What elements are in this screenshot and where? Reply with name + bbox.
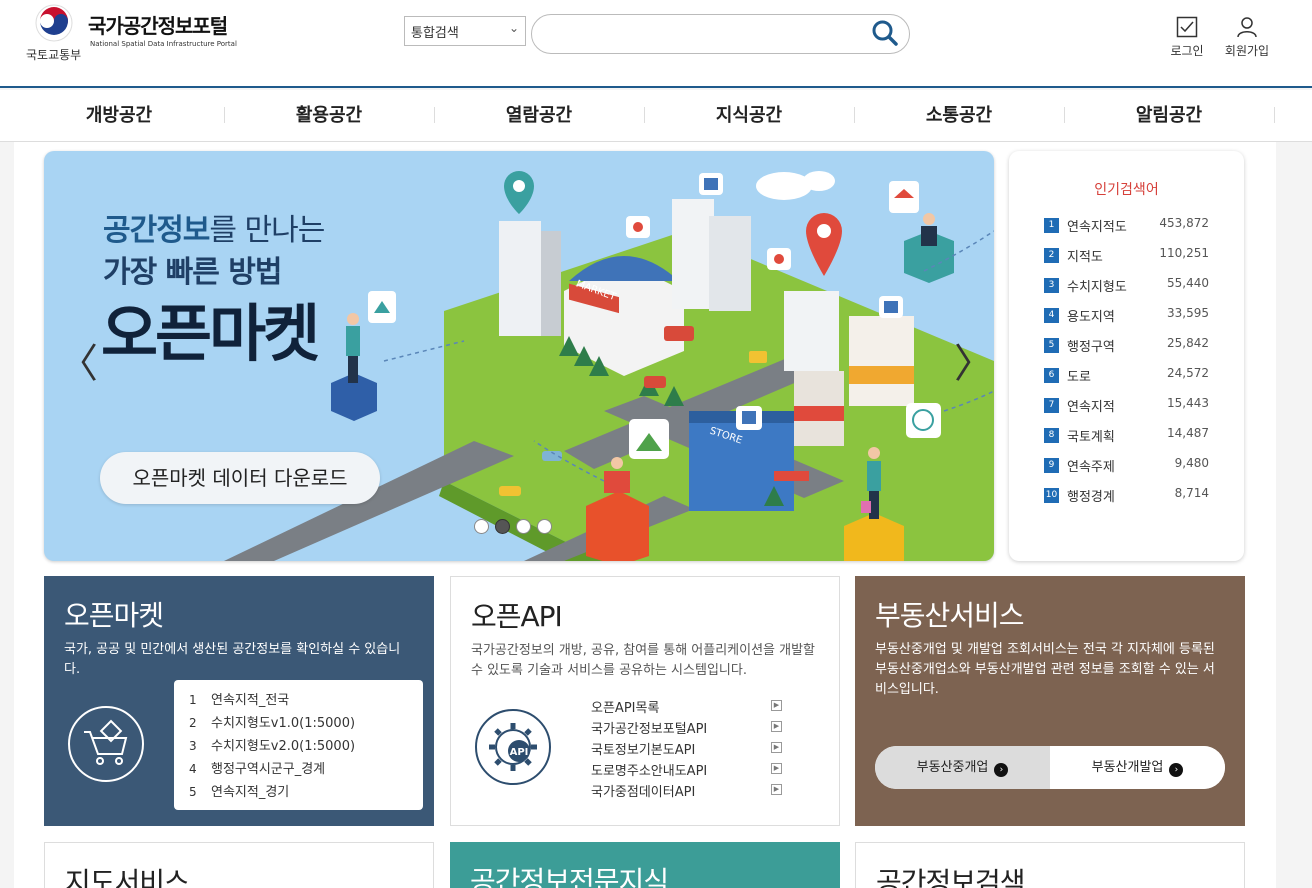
popular-item[interactable]: 1 연속지적도 453,872	[1044, 216, 1209, 236]
search-scope-select[interactable]: 통합검색 ⌄	[404, 16, 526, 46]
signup-button[interactable]: 회원가입	[1217, 16, 1277, 59]
government-emblem-icon[interactable]	[35, 4, 73, 42]
list-item[interactable]: 2 수치지형도v1.0(1:5000)	[189, 712, 355, 731]
play-icon: ▶	[771, 721, 782, 732]
chevron-right-icon[interactable]: 〉	[954, 331, 994, 389]
nav-item-use[interactable]: 활용공간	[224, 90, 434, 142]
popular-item[interactable]: 6 도로 24,572	[1044, 366, 1209, 386]
list-item[interactable]: 1 연속지적_전국	[189, 689, 289, 708]
map-service-card[interactable]: 지도서비스	[44, 842, 434, 888]
search-icon[interactable]	[870, 18, 900, 48]
list-item[interactable]: 5 연속지적_경기	[189, 781, 289, 800]
popular-searches-panel: 인기검색어 1 연속지적도 453,872 2 지적도 110,251 3 수치지형도 55…	[1009, 151, 1244, 561]
site-title[interactable]: 국가공간정보포털	[88, 10, 228, 39]
hero-banner[interactable]: MARKET STORE 공간정보를 만나는 가장 빠른 방법 오픈마켓 오픈마…	[44, 151, 994, 561]
popular-searches-title: 인기검색어	[1094, 182, 1159, 198]
card-description: 부동산중개업 및 개발업 조회서비스는 전국 각 지자체에 등록된 부동산중개업…	[875, 642, 1215, 697]
header: 국토교통부 국가공간정보포털 National Spatial Data Inf…	[0, 0, 1312, 88]
brokerage-button[interactable]: 부동산중개업 ›	[875, 746, 1050, 789]
ministry-name: 국토교통부	[26, 48, 82, 62]
api-link[interactable]: 국토정보기본도API ▶	[591, 739, 782, 758]
developer-button[interactable]: 부동산개발업 ›	[1050, 746, 1225, 789]
slide-dot-3[interactable]	[516, 519, 531, 534]
chevron-down-icon: ⌄	[508, 21, 519, 35]
slide-dot-4[interactable]	[537, 519, 552, 534]
slide-dot-2[interactable]	[495, 519, 510, 534]
card-description: 국가공간정보의 개방, 공유, 참여를 통해 어플리케이션을 개발할 수 있도록…	[471, 643, 816, 678]
play-icon: ▶	[771, 742, 782, 753]
popular-item[interactable]: 7 연속지적 15,443	[1044, 396, 1209, 416]
spatial-search-card[interactable]: 공간정보검색	[855, 842, 1245, 888]
play-icon: ▶	[771, 700, 782, 711]
list-item[interactable]: 3 수치지형도v2.0(1:5000)	[189, 735, 355, 754]
nav-item-community[interactable]: 소통공간	[854, 90, 1064, 142]
api-link[interactable]: 오픈API목록 ▶	[591, 697, 782, 716]
open-market-list: 1 연속지적_전국 2 수치지형도v1.0(1:5000) 3 수치지형도v2.0(1…	[174, 680, 423, 810]
expert-knowledge-card[interactable]: 공간정보전문지식	[450, 842, 840, 888]
open-api-card[interactable]: 오픈API 국가공간정보의 개방, 공유, 참여를 통해 어플리케이션을 개발할…	[450, 576, 840, 826]
play-icon: ▶	[771, 763, 782, 774]
login-check-icon	[1176, 16, 1198, 38]
popular-item[interactable]: 4 용도지역 33,595	[1044, 306, 1209, 326]
nav-item-view[interactable]: 열람공간	[434, 90, 644, 142]
search-input[interactable]	[531, 14, 910, 54]
card-title: 오픈마켓	[64, 599, 164, 632]
popular-item[interactable]: 10 행정경계 8,714	[1044, 486, 1209, 506]
card-title: 지도서비스	[65, 866, 190, 888]
signup-label: 회원가입	[1224, 44, 1270, 58]
popular-item[interactable]: 9 연속주제 9,480	[1044, 456, 1209, 476]
card-title: 공간정보검색	[876, 866, 1026, 888]
popular-item[interactable]: 8 국토계획 14,487	[1044, 426, 1209, 446]
arrow-right-icon: ›	[994, 763, 1009, 777]
popular-item[interactable]: 3 수치지형도 55,440	[1044, 276, 1209, 296]
api-link[interactable]: 도로명주소안내도API ▶	[591, 760, 782, 779]
chevron-left-icon[interactable]: 〈	[58, 331, 98, 389]
shopping-cart-icon	[68, 706, 144, 782]
nav-separator	[1274, 107, 1275, 123]
banner-headline-3: 오픈마켓	[101, 297, 320, 370]
banner-headline-1: 공간정보를 만나는	[103, 213, 325, 248]
svg-text:API: API	[510, 747, 529, 758]
popular-item[interactable]: 2 지적도 110,251	[1044, 246, 1209, 266]
card-description: 국가, 공공 및 민간에서 생산된 공간정보를 확인하실 수 있습니다.	[64, 642, 401, 677]
api-link[interactable]: 국가공간정보포털API ▶	[591, 718, 782, 737]
open-market-card[interactable]: 오픈마켓 국가, 공공 및 민간에서 생산된 공간정보를 확인하실 수 있습니다…	[44, 576, 434, 826]
open-market-download-button[interactable]: 오픈마켓 데이터 다운로드	[100, 452, 380, 504]
nav-item-open[interactable]: 개방공간	[14, 90, 224, 142]
nav-item-notice[interactable]: 알림공간	[1064, 90, 1274, 142]
slide-indicator	[474, 519, 558, 537]
api-gear-icon: API	[475, 709, 551, 785]
real-estate-card[interactable]: 부동산서비스 부동산중개업 및 개발업 조회서비스는 전국 각 지자체에 등록된…	[855, 576, 1245, 826]
api-link[interactable]: 국가중점데이터API ▶	[591, 781, 782, 800]
nav-item-knowledge[interactable]: 지식공간	[644, 90, 854, 142]
list-item[interactable]: 4 행정구역시군구_경계	[189, 758, 325, 777]
slide-dot-1[interactable]	[474, 519, 489, 534]
play-icon: ▶	[771, 784, 782, 795]
card-title: 부동산서비스	[875, 599, 1025, 632]
popular-item[interactable]: 5 행정구역 25,842	[1044, 336, 1209, 356]
arrow-right-icon: ›	[1169, 763, 1184, 777]
card-title: 공간정보전문지식	[470, 865, 669, 888]
user-icon	[1237, 17, 1257, 38]
card-title: 오픈API	[471, 600, 563, 633]
search-scope-value: 통합검색	[411, 26, 459, 41]
login-label: 로그인	[1170, 44, 1204, 58]
main-nav: 개방공간 활용공간 열람공간 지식공간 소통공간 알림공간	[0, 90, 1312, 142]
login-button[interactable]: 로그인	[1157, 16, 1217, 59]
real-estate-buttons: 부동산중개업 › 부동산개발업 ›	[875, 746, 1225, 789]
site-subtitle: National Spatial Data Infrastructure Por…	[90, 40, 237, 48]
